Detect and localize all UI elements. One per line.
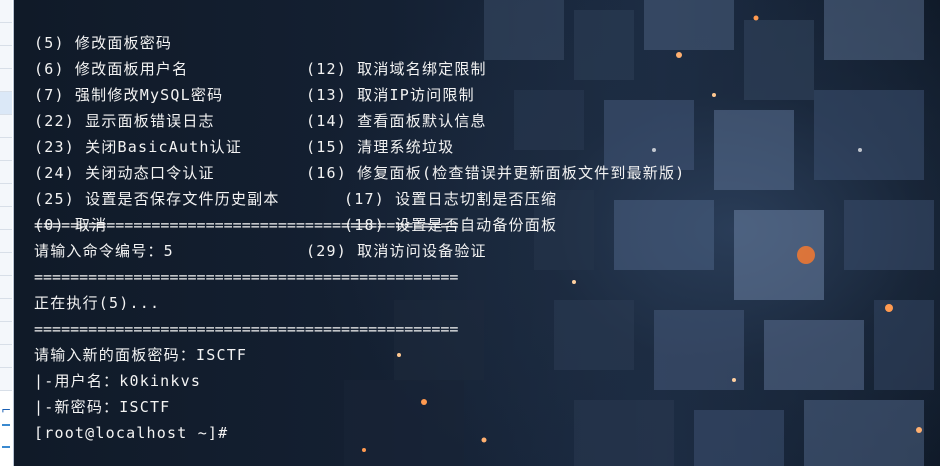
left-sidebar-strip: ⌐ (0, 0, 14, 466)
sidebar-cell[interactable] (0, 184, 12, 207)
sidebar-cell[interactable] (0, 322, 12, 345)
sidebar-cell[interactable] (0, 253, 12, 276)
terminal-output: (5) 修改面板密码 (12) 取消域名绑定限制 (6) 修改面板用户名 (13… (34, 4, 934, 446)
executing-status: 正在执行(5)... (34, 294, 161, 312)
sidebar-cell[interactable] (0, 345, 12, 368)
sidebar-cell[interactable] (0, 230, 12, 253)
password-prompt: 请输入新的面板密码：ISCTF (34, 346, 248, 364)
sidebar-cell[interactable] (0, 23, 12, 46)
menu-row: (22) 显示面板错误日志 (15) 清理系统垃圾 (34, 82, 934, 156)
menu-option: (0) 取消 (34, 216, 108, 234)
menu-row: (6) 修改面板用户名 (13) 取消IP访问限制 (34, 30, 934, 104)
menu-row: (0) 取消 (29) 取消访问设备验证 (34, 186, 934, 260)
sidebar-cell[interactable] (0, 115, 12, 138)
sidebar-cell[interactable] (0, 299, 12, 322)
sidebar-cell[interactable] (0, 69, 12, 92)
sidebar-tick-icon (2, 446, 10, 448)
sidebar-cell[interactable] (0, 0, 12, 23)
username-output: |-用户名：k0kinkvs (34, 372, 202, 390)
sidebar-cell[interactable] (0, 138, 12, 161)
menu-row: (5) 修改面板密码 (12) 取消域名绑定限制 (34, 4, 934, 78)
sidebar-cell[interactable] (0, 46, 12, 69)
shell-prompt[interactable]: [root@localhost ~]# (34, 420, 934, 446)
sidebar-cell[interactable] (0, 368, 12, 391)
sidebar-chevron-icon: ⌐ (1, 403, 12, 417)
menu-row: (7) 强制修改MySQL密码 (14) 查看面板默认信息 (34, 56, 934, 130)
sidebar-cell[interactable] (0, 276, 12, 299)
sidebar-cell[interactable] (0, 92, 12, 115)
menu-row: (25) 设置是否保存文件历史副本 (18) 设置是否自动备份面板 (34, 160, 934, 234)
menu-row: (24) 关闭动态口令认证 (17) 设置日志切割是否压缩 (34, 134, 934, 208)
menu-row: (23) 关闭BasicAuth认证 (16) 修复面板(检查错误并更新面板文件… (34, 108, 934, 182)
separator-line: ========================================… (34, 268, 459, 286)
sidebar-tick-icon (2, 424, 10, 426)
menu-option: (18) 设置是否自动备份面板 (344, 216, 558, 234)
sidebar-cell[interactable] (0, 161, 12, 184)
separator-line: ========================================… (34, 320, 459, 338)
new-password-output: |-新密码：ISCTF (34, 398, 171, 416)
sidebar-cell[interactable] (0, 207, 12, 230)
menu-option: (29) 取消访问设备验证 (306, 242, 487, 260)
